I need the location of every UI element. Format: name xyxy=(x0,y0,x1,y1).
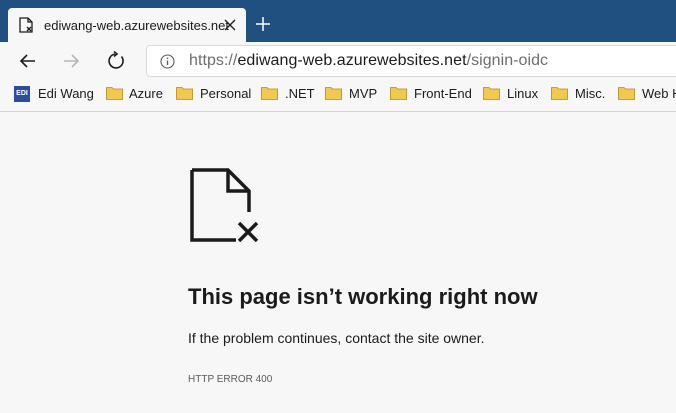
tab-strip: ediwang-web.azurewebsites.net xyxy=(0,0,676,42)
folder-icon xyxy=(176,87,193,100)
error-page: This page isn’t working right now If the… xyxy=(0,112,676,413)
bookmark-label: .NET xyxy=(285,86,315,101)
bookmark-label: Misc. xyxy=(575,86,606,101)
error-title: This page isn’t working right now xyxy=(188,284,538,309)
error-code: HTTP ERROR 400 xyxy=(188,374,273,385)
browser-tab[interactable]: ediwang-web.azurewebsites.net xyxy=(8,8,246,42)
url-path: /signin-oidc xyxy=(466,52,549,69)
back-arrow-icon[interactable] xyxy=(18,51,38,71)
url-protocol: https:// xyxy=(189,52,238,69)
bookmark-label: Front-End xyxy=(414,86,472,101)
folder-icon xyxy=(390,87,407,100)
bookmark-label: MVP xyxy=(349,86,378,101)
bookmark-label: Edi Wang xyxy=(38,86,94,101)
address-bar[interactable]: https://ediwang-web.azurewebsites.net/si… xyxy=(146,45,676,77)
folder-icon xyxy=(325,87,342,100)
page-icon xyxy=(19,17,33,33)
folder-icon xyxy=(551,87,568,100)
new-tab-icon[interactable] xyxy=(254,15,272,33)
close-icon[interactable] xyxy=(223,18,237,32)
folder-icon xyxy=(618,87,635,100)
url-text[interactable]: https://ediwang-web.azurewebsites.net/si… xyxy=(189,52,548,70)
bookmark-label: Web H xyxy=(642,86,676,101)
url-host: ediwang-web.azurewebsites.net xyxy=(237,52,467,69)
folder-icon xyxy=(106,87,123,100)
broken-page-icon xyxy=(190,168,259,242)
refresh-icon[interactable] xyxy=(106,51,126,71)
bookmark-label: Linux xyxy=(507,86,539,101)
edi-logo: EDI xyxy=(14,86,30,102)
bookmark-label: Personal xyxy=(200,86,252,101)
error-message: If the problem continues, contact the si… xyxy=(188,330,485,346)
folder-icon xyxy=(261,87,278,100)
bookmark-label: Azure xyxy=(129,86,163,101)
info-icon[interactable] xyxy=(160,54,175,69)
tab-title: ediwang-web.azurewebsites.net xyxy=(44,18,229,33)
folder-icon xyxy=(483,87,500,100)
bookmarks-bar: EDI Edi Wang Azure Personal .NET MVP Fro… xyxy=(0,80,676,108)
forward-arrow-icon[interactable] xyxy=(61,51,81,71)
navigation-toolbar: https://ediwang-web.azurewebsites.net/si… xyxy=(0,42,676,80)
